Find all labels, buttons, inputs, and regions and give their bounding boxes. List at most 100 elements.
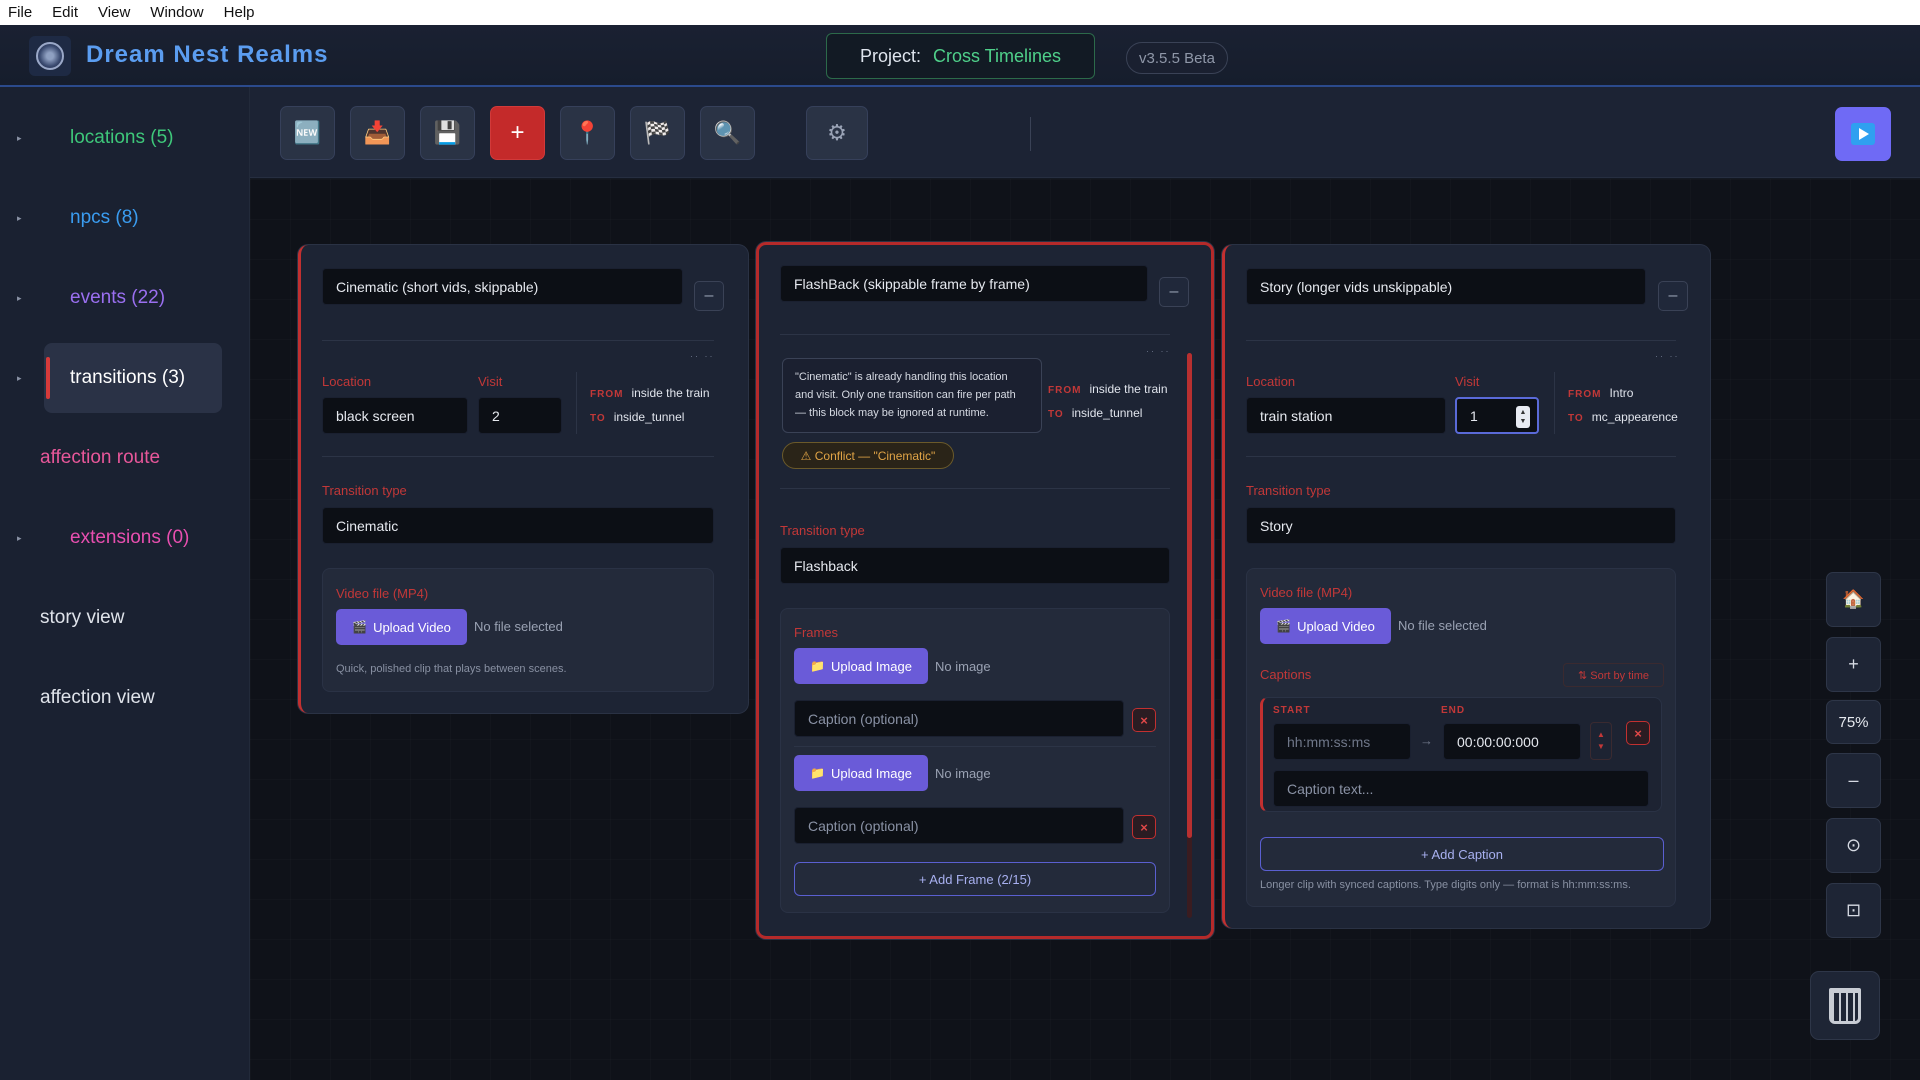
remove-caption-button[interactable]: × — [1626, 721, 1650, 745]
location-field[interactable]: black screen — [322, 397, 468, 434]
upload-video-button[interactable]: 🎬 Upload Video — [336, 609, 467, 645]
center-view-button[interactable]: ⊙ — [1826, 818, 1881, 873]
sidebar-item-label: transitions (3) — [70, 367, 186, 388]
menu-file[interactable]: File — [8, 4, 32, 21]
no-image-text: No image — [935, 659, 991, 674]
fit-view-button[interactable]: ⊡ — [1826, 883, 1881, 938]
sidebar-item-extensions[interactable]: ▸ extensions (0) — [0, 506, 250, 570]
pin-button[interactable]: 📍 — [560, 106, 615, 160]
drag-handle-icon[interactable]: ·· ·· — [1146, 346, 1171, 356]
add-caption-button[interactable]: + Add Caption — [1260, 837, 1664, 871]
visit-field[interactable]: 2 — [478, 397, 562, 434]
arrow-icon: → — [1420, 733, 1433, 748]
sidebar-item-events[interactable]: ▸ events (22) — [0, 266, 250, 330]
step-up-icon[interactable]: ▲ — [1597, 729, 1605, 741]
save-button[interactable]: 💾 — [420, 106, 475, 160]
divider — [780, 488, 1170, 489]
home-view-button[interactable]: 🏠 — [1826, 572, 1881, 627]
sidebar-item-affection-route[interactable]: affection route — [0, 426, 250, 490]
pin-icon: 📍 — [573, 120, 602, 145]
sidebar-item-affection-view[interactable]: affection view — [0, 666, 250, 730]
upload-image-button[interactable]: 📁 Upload Image — [794, 755, 928, 791]
divider — [322, 456, 714, 457]
play-icon — [1851, 123, 1875, 145]
add-button[interactable]: + — [490, 106, 545, 160]
divider — [576, 372, 577, 434]
menu-window[interactable]: Window — [150, 4, 203, 21]
plus-icon: + — [1848, 654, 1859, 674]
app-logo — [29, 36, 71, 76]
start-time-input[interactable]: hh:mm:ss:ms — [1273, 723, 1411, 760]
from-to-info: FROM Intro TO mc_appearence — [1568, 382, 1678, 430]
visit-label: Visit — [1455, 374, 1480, 389]
expand-arrow-icon[interactable]: ▸ — [17, 293, 22, 304]
sidebar-item-label: extensions (0) — [70, 527, 190, 548]
play-button[interactable] — [1835, 107, 1891, 161]
zoom-out-button[interactable]: – — [1826, 753, 1881, 808]
upload-image-button[interactable]: 📁 Upload Image — [794, 648, 928, 684]
sidebar-item-npcs[interactable]: ▸ npcs (8) — [0, 186, 250, 250]
remove-frame-button[interactable]: × — [1132, 708, 1156, 732]
search-button[interactable]: 🔍 — [700, 106, 755, 160]
card-title-input[interactable]: Story (longer vids unskippable) — [1246, 268, 1646, 305]
menu-view[interactable]: View — [98, 4, 130, 21]
app-title: Dream Nest Realms — [86, 41, 329, 68]
settings-button[interactable]: ⚙ — [806, 106, 868, 160]
expand-arrow-icon[interactable]: ▸ — [17, 213, 22, 224]
caption-input[interactable]: Caption (optional) — [794, 700, 1124, 737]
sort-by-time-button[interactable]: ⇅ Sort by time — [1563, 663, 1664, 687]
caption-text-input[interactable]: Caption text... — [1273, 770, 1649, 807]
card-hint: Quick, polished clip that plays between … — [336, 663, 567, 675]
drag-handle-icon[interactable]: ·· ·· — [1655, 351, 1680, 361]
menu-help[interactable]: Help — [224, 4, 255, 21]
menu-edit[interactable]: Edit — [52, 4, 78, 21]
checker-button[interactable]: 🏁 — [630, 106, 685, 160]
add-frame-button[interactable]: + Add Frame (2/15) — [794, 862, 1156, 896]
remove-frame-button[interactable]: × — [1132, 815, 1156, 839]
end-time-input[interactable]: 00:00:00:000 — [1443, 723, 1581, 760]
expand-arrow-icon[interactable]: ▸ — [17, 133, 22, 144]
card-hint: Longer clip with synced captions. Type d… — [1260, 879, 1631, 891]
captions-label: Captions — [1260, 667, 1312, 682]
target-icon: ⊙ — [1845, 835, 1862, 855]
card-title-input[interactable]: Cinematic (short vids, skippable) — [322, 268, 683, 305]
sidebar-item-locations[interactable]: ▸ locations (5) — [0, 106, 250, 170]
caption-input[interactable]: Caption (optional) — [794, 807, 1124, 844]
divider — [322, 340, 714, 341]
upload-video-button[interactable]: 🎬 Upload Video — [1260, 608, 1391, 644]
sidebar-item-label: npcs (8) — [70, 207, 139, 228]
transition-type-select[interactable]: Flashback — [780, 547, 1170, 584]
frames-label: Frames — [794, 625, 839, 640]
zoom-in-button[interactable]: + — [1826, 637, 1881, 692]
drag-handle-icon[interactable]: ·· ·· — [690, 351, 715, 361]
location-field[interactable]: train station — [1246, 397, 1446, 434]
upload-video-label: Upload Video — [1297, 618, 1375, 634]
card-title-input[interactable]: FlashBack (skippable frame by frame) — [780, 265, 1148, 302]
collapse-button[interactable]: – — [1658, 281, 1688, 311]
version-badge: v3.5.5 Beta — [1126, 42, 1228, 74]
spin-down-icon[interactable]: ▼ — [1520, 417, 1527, 426]
visit-spinner[interactable]: ▲ ▼ — [1516, 406, 1530, 428]
time-stepper[interactable]: ▲ ▼ — [1590, 722, 1612, 760]
new-button[interactable]: 🆕 — [280, 106, 335, 160]
transition-type-select[interactable]: Cinematic — [322, 507, 714, 544]
to-label: TO — [1568, 413, 1584, 424]
expand-arrow-icon[interactable]: ▸ — [17, 373, 22, 384]
clapper-icon: 🎬 — [352, 620, 368, 634]
collapse-button[interactable]: – — [1159, 277, 1189, 307]
import-button[interactable]: 📥 — [350, 106, 405, 160]
sidebar-item-story-view[interactable]: story view — [0, 586, 250, 650]
conflict-badge[interactable]: ⚠ Conflict — "Cinematic" — [782, 442, 954, 469]
zoom-level: 75% — [1826, 700, 1881, 744]
to-value: inside_tunnel — [613, 410, 685, 424]
from-to-info: FROM inside the train TO inside_tunnel — [590, 382, 710, 430]
card-scrollbar-thumb[interactable] — [1187, 353, 1192, 838]
expand-arrow-icon[interactable]: ▸ — [17, 533, 22, 544]
project-indicator[interactable]: Project: Cross Timelines — [826, 33, 1095, 79]
step-down-icon[interactable]: ▼ — [1597, 741, 1605, 753]
trash-button[interactable] — [1810, 971, 1880, 1040]
collapse-button[interactable]: – — [694, 281, 724, 311]
spin-up-icon[interactable]: ▲ — [1520, 408, 1527, 417]
transition-type-select[interactable]: Story — [1246, 507, 1676, 544]
sidebar-item-transitions[interactable]: ▸ transitions (3) — [0, 346, 250, 410]
